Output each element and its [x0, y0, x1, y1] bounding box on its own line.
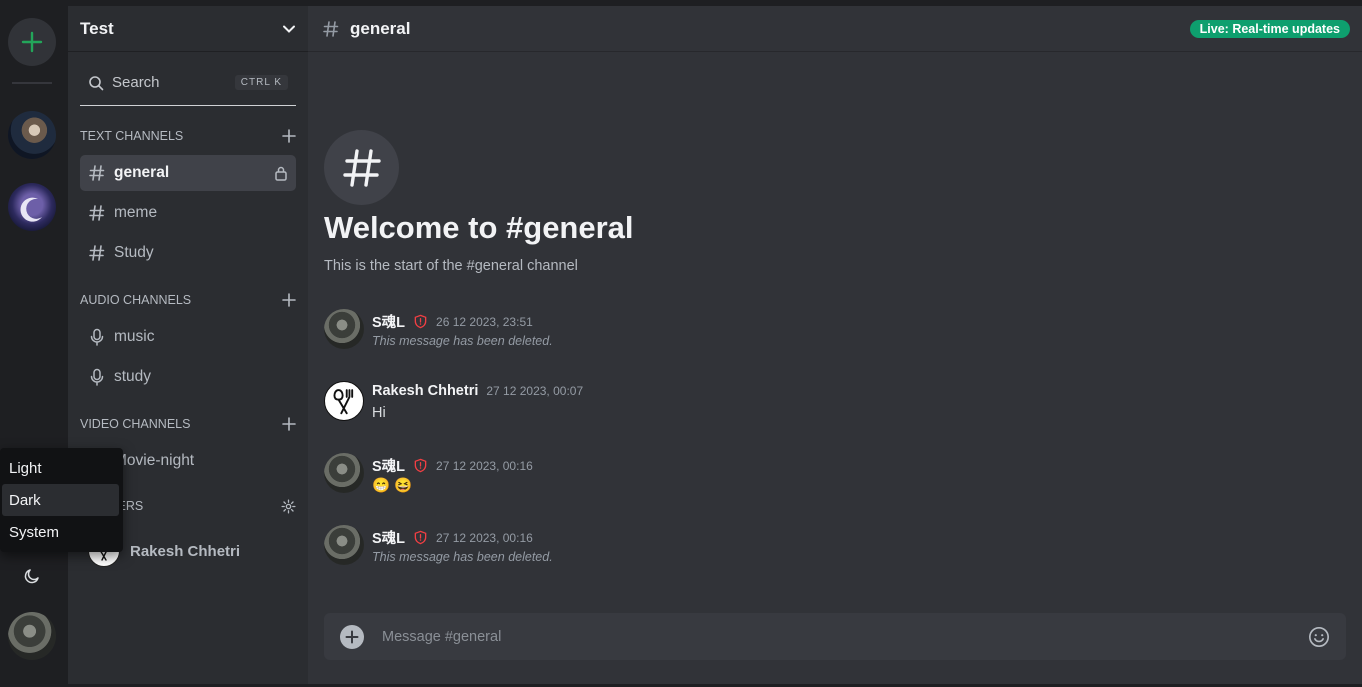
- message-timestamp: 27 12 2023, 00:16: [436, 530, 533, 545]
- chat-header: general Live: Real-time updates: [308, 6, 1362, 52]
- add-channel-icon[interactable]: [282, 129, 296, 143]
- channel-welcome-icon: [324, 130, 399, 205]
- crescent-moon-icon: [20, 197, 42, 222]
- admin-shield-icon: [414, 458, 427, 473]
- hash-icon: [342, 148, 381, 187]
- live-status-badge: Live: Real-time updates: [1189, 19, 1350, 38]
- theme-option-light[interactable]: Light: [2, 452, 119, 484]
- theme-option-system[interactable]: System: [2, 516, 119, 548]
- message-timestamp: 27 12 2023, 00:07: [486, 384, 584, 398]
- audio-channels-header: AUDIO CHANNELS: [80, 290, 296, 310]
- message-composer: [324, 613, 1346, 660]
- message-item: S魂L 27 12 2023, 00:16 This message has b…: [324, 525, 1324, 569]
- message-avatar[interactable]: [324, 381, 364, 421]
- message-author[interactable]: S魂L: [372, 311, 405, 332]
- rail-divider: [12, 82, 52, 84]
- microphone-icon: [90, 328, 104, 346]
- server-icon-2[interactable]: [8, 183, 56, 231]
- message-avatar[interactable]: [324, 453, 364, 493]
- welcome-subtitle: This is the start of the #general channe…: [324, 258, 578, 274]
- hash-icon: [89, 165, 105, 181]
- gear-icon[interactable]: [281, 498, 296, 514]
- message-author[interactable]: Rakesh Chhetri: [372, 383, 478, 399]
- member-name: Rakesh Chhetri: [130, 542, 241, 560]
- message-avatar[interactable]: [324, 309, 364, 349]
- channel-study-text[interactable]: Study: [80, 235, 296, 271]
- add-channel-icon[interactable]: [282, 417, 296, 431]
- message-content: Hi: [372, 405, 386, 421]
- attach-plus-icon[interactable]: [340, 624, 364, 649]
- channel-name: Study: [114, 244, 154, 261]
- hash-icon: [89, 205, 105, 221]
- channel-title: general: [350, 18, 411, 38]
- microphone-icon: [90, 368, 104, 386]
- message-timestamp: 26 12 2023, 23:51: [436, 314, 533, 329]
- message-item: S魂L 26 12 2023, 23:51 This message has b…: [324, 309, 1324, 353]
- plus-icon: [21, 31, 43, 53]
- message-content: This message has been deleted.: [372, 550, 553, 564]
- server-rail: [0, 6, 68, 687]
- welcome-title: Welcome to #general: [324, 210, 634, 245]
- emoji-picker-icon[interactable]: [1308, 626, 1330, 648]
- channel-study-audio[interactable]: study: [80, 359, 296, 395]
- search-icon: [89, 75, 104, 90]
- search-label: Search: [112, 74, 160, 91]
- message-author[interactable]: S魂L: [372, 455, 405, 476]
- message-item: S魂L 27 12 2023, 00:16 😁 😆: [324, 453, 1324, 497]
- text-channels-header: TEXT CHANNELS: [80, 126, 296, 146]
- channel-name: Movie-night: [114, 452, 195, 469]
- message-input[interactable]: [380, 627, 1308, 646]
- add-channel-icon[interactable]: [282, 293, 296, 307]
- theme-option-dark[interactable]: Dark: [2, 484, 119, 516]
- channel-meme[interactable]: meme: [80, 195, 296, 231]
- channel-music[interactable]: music: [80, 319, 296, 355]
- server-icon-1[interactable]: [8, 111, 56, 159]
- chevron-down-icon: [283, 25, 295, 33]
- message-timestamp: 27 12 2023, 00:16: [436, 458, 533, 473]
- message-item: Rakesh Chhetri 27 12 2023, 00:07 Hi: [324, 381, 1324, 425]
- channel-general[interactable]: general: [80, 155, 296, 191]
- admin-shield-icon: [414, 530, 427, 545]
- channel-name: music: [114, 328, 155, 345]
- channel-name: general: [114, 164, 170, 181]
- section-title: VIDEO CHANNELS: [80, 417, 191, 431]
- hash-icon: [323, 20, 339, 37]
- user-avatar[interactable]: [8, 612, 56, 660]
- spoon-fork-logo-icon: [333, 389, 354, 415]
- channel-name: study: [114, 368, 152, 385]
- message-content: This message has been deleted.: [372, 334, 553, 348]
- server-header[interactable]: Test: [68, 6, 308, 52]
- window-top-edge: [0, 0, 1362, 6]
- server-name: Test: [80, 18, 114, 38]
- theme-toggle-button[interactable]: [14, 562, 50, 590]
- video-channels-header: VIDEO CHANNELS: [80, 414, 296, 434]
- search-shortcut: CTRL K: [234, 75, 288, 90]
- message-author[interactable]: S魂L: [372, 527, 405, 548]
- hash-icon: [89, 245, 105, 261]
- lock-icon: [275, 166, 287, 181]
- moon-icon: [24, 569, 39, 584]
- section-title: TEXT CHANNELS: [80, 129, 184, 143]
- theme-menu: Light Dark System: [0, 448, 123, 552]
- search-button[interactable]: Search CTRL K: [80, 60, 296, 106]
- message-content: 😁 😆: [372, 478, 413, 494]
- channel-sidebar: Test Search CTRL K TEXT CHANNELS general…: [68, 6, 308, 687]
- admin-shield-icon: [414, 314, 427, 329]
- add-server-button[interactable]: [8, 18, 56, 66]
- channel-name: meme: [114, 204, 158, 221]
- section-title: AUDIO CHANNELS: [80, 293, 192, 307]
- message-avatar[interactable]: [324, 525, 364, 565]
